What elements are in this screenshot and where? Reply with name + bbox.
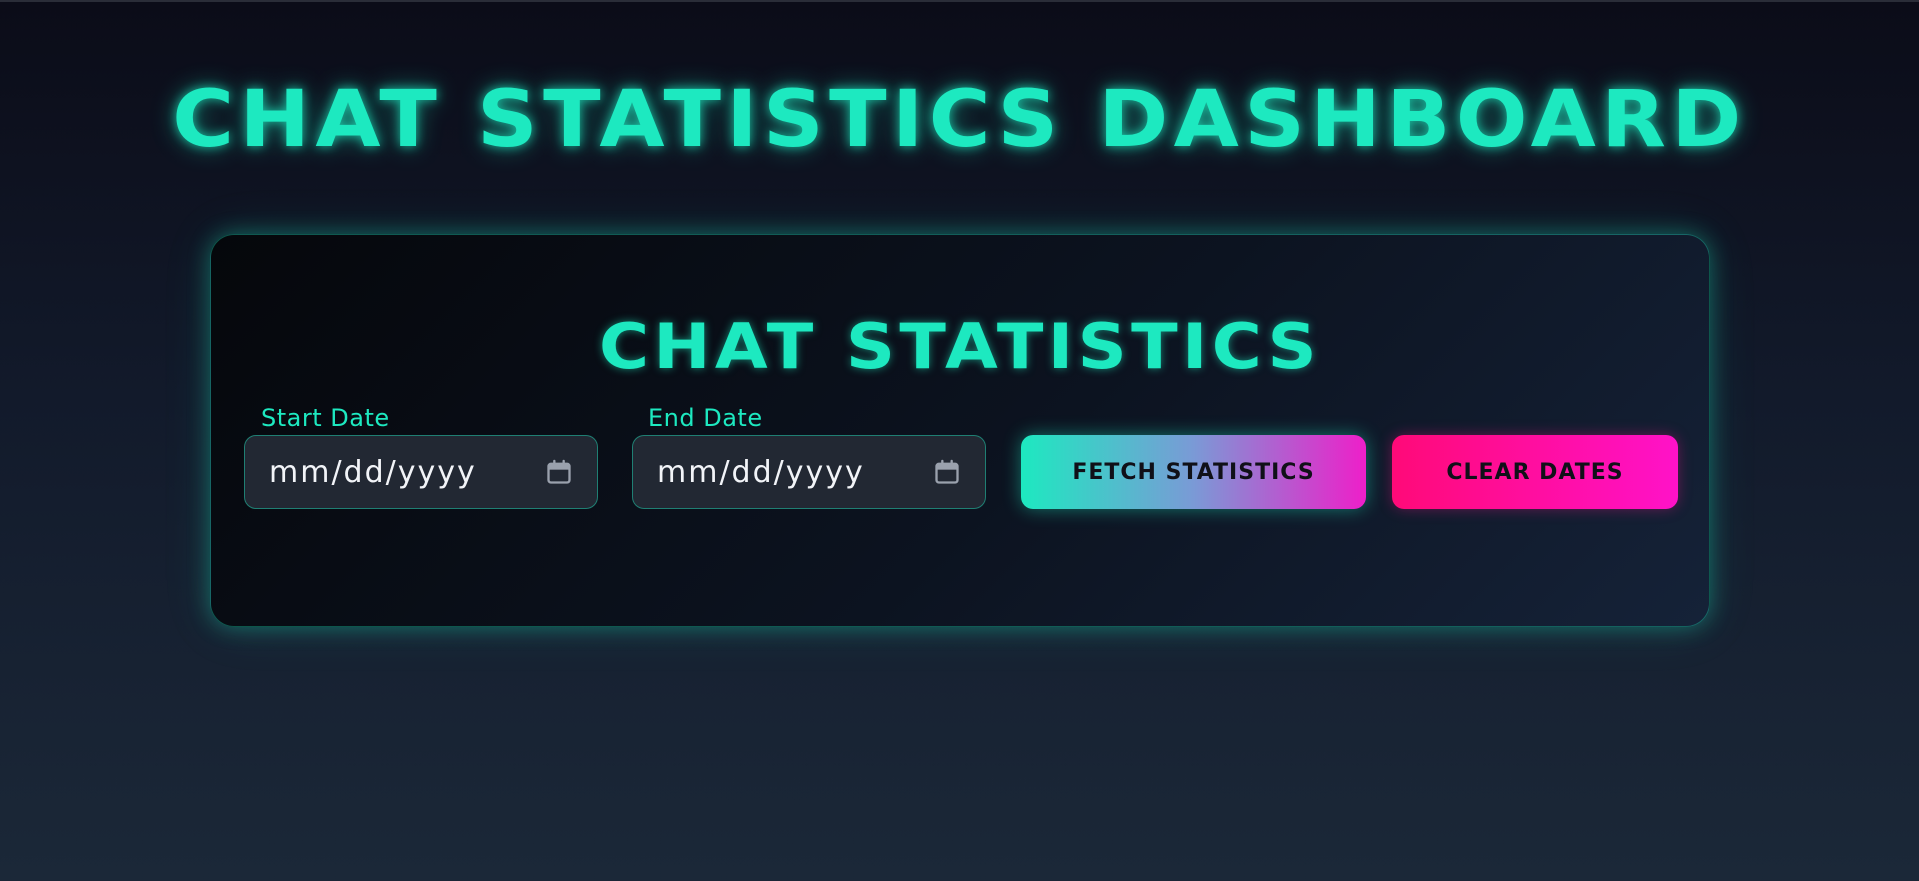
calendar-icon[interactable]	[545, 458, 573, 486]
clear-dates-button[interactable]: CLEAR DATES	[1392, 435, 1678, 509]
calendar-icon[interactable]	[933, 458, 961, 486]
start-date-input[interactable]: mm/dd/yyyy	[244, 435, 598, 509]
end-date-label: End Date	[648, 404, 763, 432]
end-date-input[interactable]: mm/dd/yyyy	[632, 435, 986, 509]
start-date-label: Start Date	[261, 404, 390, 432]
page-title: CHAT STATISTICS DASHBOARD	[172, 75, 1747, 165]
start-date-value: mm/dd/yyyy	[269, 454, 477, 490]
card-title: CHAT STATISTICS	[598, 310, 1322, 383]
end-date-value: mm/dd/yyyy	[657, 454, 865, 490]
window-top-border	[0, 0, 1919, 2]
fetch-statistics-button[interactable]: FETCH STATISTICS	[1021, 435, 1366, 509]
statistics-card: CHAT STATISTICS Start Date mm/dd/yyyy En…	[210, 234, 1710, 627]
